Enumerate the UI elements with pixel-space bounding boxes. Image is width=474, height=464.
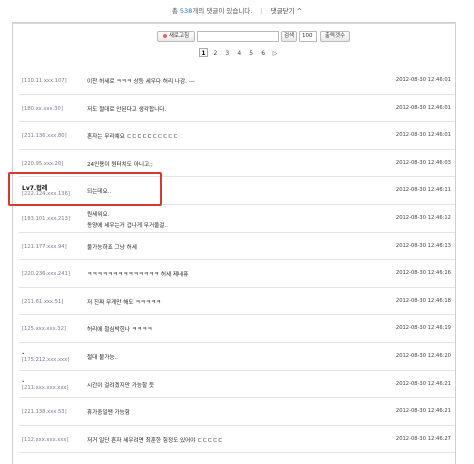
comment-date: 2012-08-30 12:46:13 bbox=[395, 242, 451, 249]
next-page-icon[interactable]: ▷ bbox=[271, 49, 280, 58]
author-ip: [183.101.xxx.213] bbox=[22, 215, 70, 222]
comment-controls: 새로고침 검색 100 출력갯수 bbox=[13, 31, 455, 43]
comment-author: [125.xxx.xxx.32] bbox=[22, 315, 86, 342]
comment-text: 휴가중일땐 가능함 bbox=[87, 410, 130, 417]
comment-date: 2012-08-30 12:46:01 bbox=[395, 132, 451, 139]
comment-date: 2012-08-30 12:46:16 bbox=[395, 270, 451, 277]
comment-date: 2012-08-30 12:46:27 bbox=[395, 435, 451, 442]
comment-row: [220.236.xxx.241] ㅋㅋㅋㅋㅋㅋㅋㅋㅋㅋㅋㅋㅋㅋ 허세 제네퓨 … bbox=[19, 260, 455, 288]
comment-author: [220.236.xxx.241] bbox=[22, 260, 86, 287]
page-2[interactable]: 2 bbox=[211, 49, 220, 58]
comment-text-line-1: 뭔세워요. bbox=[87, 211, 110, 218]
comment-date: 2012-08-30 12:46:01 bbox=[395, 77, 451, 83]
author-ip: [211.136.xxx.80] bbox=[22, 133, 67, 140]
refresh-button[interactable]: 새로고침 bbox=[157, 31, 195, 42]
comment-author: [112.xxx.xxx.xxx] bbox=[22, 426, 86, 453]
page-1[interactable]: 1 bbox=[199, 48, 208, 57]
author-ip: [211.xxx.xxx.xxx] bbox=[22, 384, 69, 391]
comment-row: [125.xxx.xxx.32] 허리에 철심박힌나 ㅋㅋㅋㅋ 2012-08-… bbox=[19, 315, 455, 343]
comment-text: 24인용이 원터치도 아니고;; bbox=[87, 161, 153, 168]
comment-text: 시간이 걸려겠지만 가능할 듯 bbox=[87, 382, 155, 389]
comment-count: 538 bbox=[179, 7, 193, 15]
comment-text: 혼자는 무리예요 ㄷㄷㄷㄷㄷㄷㄷㄷㄷㄷ bbox=[87, 134, 179, 141]
comment-date: 2012-08-30 12:46:03 bbox=[395, 159, 451, 166]
comment-text: 저 진짜 무게만 해도 ㅋㅋㅋㅋㅋ bbox=[87, 299, 162, 306]
comment-list: [110.11.xxx.107] 이찬 허세로 ㅋㅋㅋ 상등 세우다 허리 나감… bbox=[19, 67, 455, 454]
pagination: 1 2 3 4 5 6 ▷ bbox=[199, 48, 281, 58]
panel-top-divider bbox=[13, 23, 455, 24]
comment-text: 허리에 철심박힌나 ㅋㅋㅋㅋ bbox=[87, 327, 153, 334]
comment-date: 2012-08-30 12:46:18 bbox=[395, 297, 451, 304]
author-name[interactable]: . bbox=[22, 349, 24, 356]
comment-author: . [175.212.xxx.xxx] bbox=[22, 343, 86, 370]
comment-text: 이찬 허세로 ㅋㅋㅋ 상등 세우다 허리 나감. --- bbox=[87, 79, 195, 85]
comment-row: [183.101.xxx.213] 뭔세워요. 동양에 세우는거 겁나게 무거울… bbox=[19, 205, 455, 233]
refresh-label: 새로고침 bbox=[168, 33, 190, 39]
comment-date: 2012-08-30 12:46:11 bbox=[395, 187, 451, 194]
search-button[interactable]: 검색 bbox=[281, 31, 297, 42]
comment-row: [211.61.xxx.51] 저 진짜 무게만 해도 ㅋㅋㅋㅋㅋ 2012-0… bbox=[19, 288, 455, 316]
comment-text: 절대 불가능.. bbox=[87, 354, 119, 361]
comment-row: [112.xxx.xxx.xxx] 저거 일단 혼자 세우려면 최훈한 힘정도 … bbox=[19, 426, 455, 454]
comment-text: 불가능하죠 그냥 허세 bbox=[87, 244, 137, 251]
comment-date: 2012-08-30 12:46:12 bbox=[395, 214, 451, 221]
comment-author: [110.11.xxx.107] bbox=[22, 67, 86, 94]
author-ip: [220.236.xxx.241] bbox=[22, 271, 70, 278]
author-ip: [180.xx.xxx.30] bbox=[22, 105, 63, 112]
page-4[interactable]: 4 bbox=[235, 49, 244, 58]
author-ip: [175.212.xxx.xxx] bbox=[22, 356, 70, 363]
comment-row: . [211.xxx.xxx.xxx] 시간이 걸려겠지만 가능할 듯 2012… bbox=[19, 371, 455, 399]
comment-date: 2012-08-30 12:46:19 bbox=[395, 325, 451, 332]
author-ip: [121.177.xxx.94] bbox=[22, 243, 67, 250]
author-ip: [221.138.xxx.53] bbox=[22, 409, 67, 416]
comment-author: [180.xx.xxx.30] bbox=[22, 95, 86, 122]
comment-date: 2012-08-30 12:46:21 bbox=[395, 408, 451, 415]
page-3[interactable]: 3 bbox=[223, 49, 232, 58]
comment-date: 2012-08-30 12:46:21 bbox=[395, 380, 451, 387]
output-count-input[interactable]: 100 bbox=[299, 31, 317, 42]
comment-panel: 새로고침 검색 100 출력갯수 1 2 3 4 5 6 ▷ [110.11.x… bbox=[12, 22, 456, 464]
comment-row: [110.11.xxx.107] 이찬 허세로 ㅋㅋㅋ 상등 세우다 허리 나감… bbox=[19, 67, 455, 95]
comment-author: [211.61.xxx.51] bbox=[22, 288, 86, 315]
comment-row: [211.136.xxx.80] 혼자는 무리예요 ㄷㄷㄷㄷㄷㄷㄷㄷㄷㄷ 201… bbox=[19, 122, 455, 150]
comment-author: . [211.xxx.xxx.xxx] bbox=[22, 371, 86, 398]
page-6[interactable]: 6 bbox=[259, 49, 268, 58]
highlight-box bbox=[8, 172, 162, 206]
fold-comments-button[interactable]: 댓글닫기 ^ bbox=[271, 7, 302, 15]
comment-count-bar: 총 538개의 댓글이 있습니다. | 댓글닫기 ^ bbox=[0, 0, 474, 20]
comment-row: [221.138.xxx.53] 휴가중일땐 가능함 2012-08-30 12… bbox=[19, 398, 455, 426]
comment-text: 저거 일단 혼자 세우려면 최훈한 힘정도 있어야 ㄷㄷㄷㄷㄷ bbox=[87, 437, 223, 444]
comment-text: ㅋㅋㅋㅋㅋㅋㅋㅋㅋㅋㅋㅋㅋㅋ 허세 제네퓨 bbox=[87, 272, 189, 279]
comment-text-line-2: 동양에 세우는거 겁나게 무거울걸.. bbox=[87, 222, 168, 229]
comment-count-suffix: 개의 댓글이 있습니다. bbox=[192, 7, 253, 15]
comment-text: 뭔세워요. 동양에 세우는거 겁나게 무거울걸.. bbox=[87, 210, 377, 229]
author-ip: [125.xxx.xxx.32] bbox=[22, 326, 66, 333]
output-count-button[interactable]: 출력갯수 bbox=[320, 31, 350, 42]
comment-date: 2012-08-30 12:46:20 bbox=[395, 352, 451, 359]
comment-author: [211.136.xxx.80] bbox=[22, 122, 86, 149]
comment-date: 2012-08-30 12:46:01 bbox=[395, 104, 451, 111]
comment-author: [121.177.xxx.94] bbox=[22, 233, 86, 260]
header-separator: | bbox=[260, 7, 263, 15]
comment-row: [121.177.xxx.94] 불가능하죠 그냥 허세 2012-08-30 … bbox=[19, 233, 455, 261]
refresh-icon bbox=[162, 33, 167, 38]
comment-count-prefix: 총 bbox=[171, 7, 178, 15]
author-name[interactable]: . bbox=[22, 377, 24, 384]
comment-text: 저도 절대로 안된다고 생각합니다. bbox=[87, 106, 167, 113]
author-ip: [112.xxx.xxx.xxx] bbox=[22, 436, 69, 443]
author-ip: [220.95.xxx.20] bbox=[22, 160, 64, 167]
comment-author: [221.138.xxx.53] bbox=[22, 398, 86, 425]
comment-row: . [175.212.xxx.xxx] 절대 불가능.. 2012-08-30 … bbox=[19, 343, 455, 371]
comment-row: [180.xx.xxx.30] 저도 절대로 안된다고 생각합니다. 2012-… bbox=[19, 95, 455, 123]
comment-author: [183.101.xxx.213] bbox=[22, 205, 86, 232]
page-5[interactable]: 5 bbox=[247, 49, 256, 58]
author-ip: [211.61.xxx.51] bbox=[22, 298, 64, 305]
author-ip: [110.11.xxx.107] bbox=[22, 78, 67, 84]
search-input[interactable] bbox=[197, 31, 279, 42]
